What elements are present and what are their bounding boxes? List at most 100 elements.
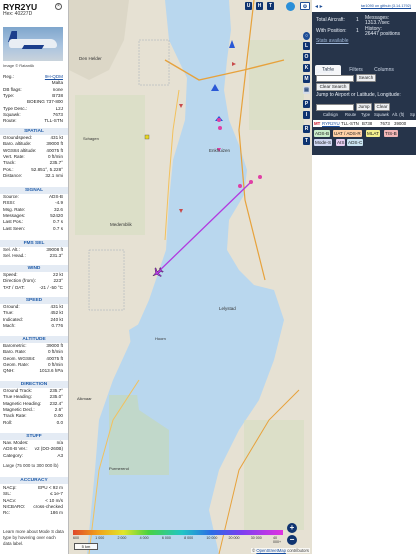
- info-row-value: B738: [52, 92, 63, 98]
- info-row-value: A3: [57, 452, 63, 458]
- map-button-k[interactable]: K: [303, 64, 310, 72]
- polder-fields-3: [244, 420, 304, 530]
- info-row-value: EPU < 92 m: [38, 485, 63, 490]
- map-button-r[interactable]: R: [303, 125, 310, 133]
- info-row-top-rows: Squawk: 7673: [3, 112, 63, 118]
- map-view[interactable]: Medemblik Enkhuizen Lelystad Den Helder …: [69, 0, 312, 554]
- search-button[interactable]: Search: [356, 74, 376, 82]
- info-row-value: BOEING 737-800: [26, 99, 63, 105]
- info-row-value[interactable]: 9H-QDM: [45, 74, 63, 80]
- info-row-label: True Heading:: [3, 394, 32, 400]
- map-button-filter[interactable]: ▤: [303, 86, 310, 94]
- github-link[interactable]: tar1090 on github (3.14.1792): [361, 4, 411, 8]
- badge-uat: UAT / ADS-R: [333, 130, 362, 137]
- info-row-label: NICBARO:: [3, 503, 26, 509]
- stats-available-link[interactable]: Stats available: [316, 38, 349, 44]
- info-row-value: 0 ft/min: [47, 361, 63, 367]
- info-row-label: Msg. Rate:: [3, 206, 26, 212]
- col-altitude[interactable]: Alt. (ft): [392, 111, 404, 118]
- altitude-legend-label: 1 000: [95, 536, 105, 540]
- info-row-signal: RSSI: -4.9: [3, 200, 63, 206]
- altitude-legend-label: 40 000+: [273, 536, 282, 544]
- poi-marker-4: [258, 175, 262, 179]
- info-row-top-rows: BOEING 737-800: [3, 99, 63, 105]
- map-canvas[interactable]: Medemblik Enkhuizen Lelystad Den Helder …: [69, 0, 312, 554]
- section-signal: SIGNAL: [0, 187, 68, 194]
- info-row-spatial: WGS84 altitude: 40075 ft: [3, 148, 63, 154]
- osm-link[interactable]: OpenStreetMap: [256, 548, 286, 553]
- info-row-speed: Indicated: 240 kt: [3, 317, 63, 323]
- info-row-label: Last Seen:: [3, 225, 25, 231]
- col-speed[interactable]: Sp: [410, 111, 415, 118]
- info-row-value: 52420: [50, 212, 63, 218]
- section-wind: WIND: [0, 265, 68, 272]
- collapse-arrows-icon[interactable]: ◂ ▸: [315, 3, 323, 10]
- aircraft-photo[interactable]: [3, 27, 63, 61]
- info-row-speed: Mach: 0.776: [3, 323, 63, 329]
- info-row-value: 223°: [53, 278, 63, 284]
- info-row-label: Mach:: [3, 322, 16, 328]
- clear-jump-button[interactable]: Clear: [374, 103, 390, 111]
- row-callsign[interactable]: RYR2YU: [322, 120, 340, 127]
- jump-button[interactable]: Jump: [356, 103, 372, 111]
- info-row-label: Route:: [3, 118, 17, 124]
- col-squawk[interactable]: Squawk: [374, 111, 389, 118]
- map-button-u[interactable]: U: [245, 2, 252, 10]
- map-button-i[interactable]: I: [303, 111, 310, 119]
- info-row-label: Ground Track:: [3, 388, 33, 393]
- close-icon[interactable]: ×: [55, 3, 62, 10]
- section-spatial: SPATIAL: [0, 128, 68, 135]
- info-row-label: Messages:: [3, 212, 26, 218]
- info-row-value: Malta: [51, 80, 63, 86]
- info-row-direction: Ground Track: 235.7°: [3, 388, 63, 394]
- clear-search-button[interactable]: Clear Search: [316, 83, 350, 91]
- badge-modes: Mode-S: [314, 139, 333, 146]
- info-row-label: NACv:: [3, 497, 17, 503]
- col-type[interactable]: Type: [361, 111, 370, 118]
- polder-fields-1: [75, 95, 145, 235]
- info-row-spatial: Track: 235.7°: [3, 160, 63, 166]
- info-row-label: Last Pos.:: [3, 219, 24, 225]
- map-button-p[interactable]: P: [303, 100, 310, 108]
- poi-marker-5: [238, 184, 242, 188]
- info-row-label: Reg.:: [3, 74, 14, 79]
- info-row-altitude: Geom. WGS84: 40075 ft: [3, 356, 63, 362]
- zoom-in-button[interactable]: +: [287, 523, 297, 533]
- map-button-h[interactable]: H: [256, 2, 263, 10]
- info-row-spatial: Groundspeed: 431 kt: [3, 135, 63, 141]
- poi-marker-2: [218, 126, 222, 130]
- info-row-signal: Messages: 52420: [3, 213, 63, 219]
- info-row-value: 0.00: [54, 413, 63, 419]
- settings-icon[interactable]: ⚙: [300, 2, 310, 10]
- map-button-o[interactable]: O: [303, 53, 310, 61]
- map-button-t2[interactable]: T: [303, 137, 310, 145]
- info-row-label: Type:: [3, 92, 15, 98]
- info-row-value: ADS-B: [48, 194, 63, 199]
- photo-credit[interactable]: Image © Ratan6k: [3, 63, 34, 68]
- info-row-label: Baro. Rate:: [3, 349, 27, 355]
- zoom-out-button[interactable]: −: [287, 535, 297, 545]
- row-type: B738: [362, 121, 373, 126]
- map-button-l[interactable]: L: [303, 42, 310, 50]
- info-row-value: 0.7 s: [53, 219, 63, 225]
- search-input[interactable]: [316, 75, 354, 82]
- jump-input[interactable]: [316, 104, 354, 111]
- map-button-t[interactable]: T: [267, 2, 274, 10]
- info-row-value: 32.6: [54, 206, 63, 212]
- info-row-value: 431 kt: [50, 304, 63, 309]
- table-row[interactable]: MT RYR2YU TLL-STN B738 7673 39000: [313, 120, 416, 127]
- section-direction: DIRECTION: [0, 381, 68, 388]
- info-row-label: Sel. Alt.:: [3, 247, 20, 252]
- layers-icon[interactable]: [286, 2, 295, 11]
- col-callsign[interactable]: Callsign: [323, 111, 338, 118]
- info-row-top-rows: Type: B738: [3, 93, 63, 99]
- info-row-label: Direction (from):: [3, 278, 36, 284]
- section-altitude: ALTITUDE: [0, 336, 68, 343]
- with-position-label: With Position:: [316, 28, 347, 34]
- altitude-legend-label: 600: [73, 536, 79, 540]
- reset-map-icon[interactable]: ○: [303, 32, 310, 40]
- map-button-m[interactable]: M: [303, 75, 310, 83]
- info-row-accuracy: Rc: 186 m: [3, 510, 63, 516]
- col-route[interactable]: Route: [345, 111, 356, 118]
- place-label-lelystad: Lelystad: [219, 306, 236, 311]
